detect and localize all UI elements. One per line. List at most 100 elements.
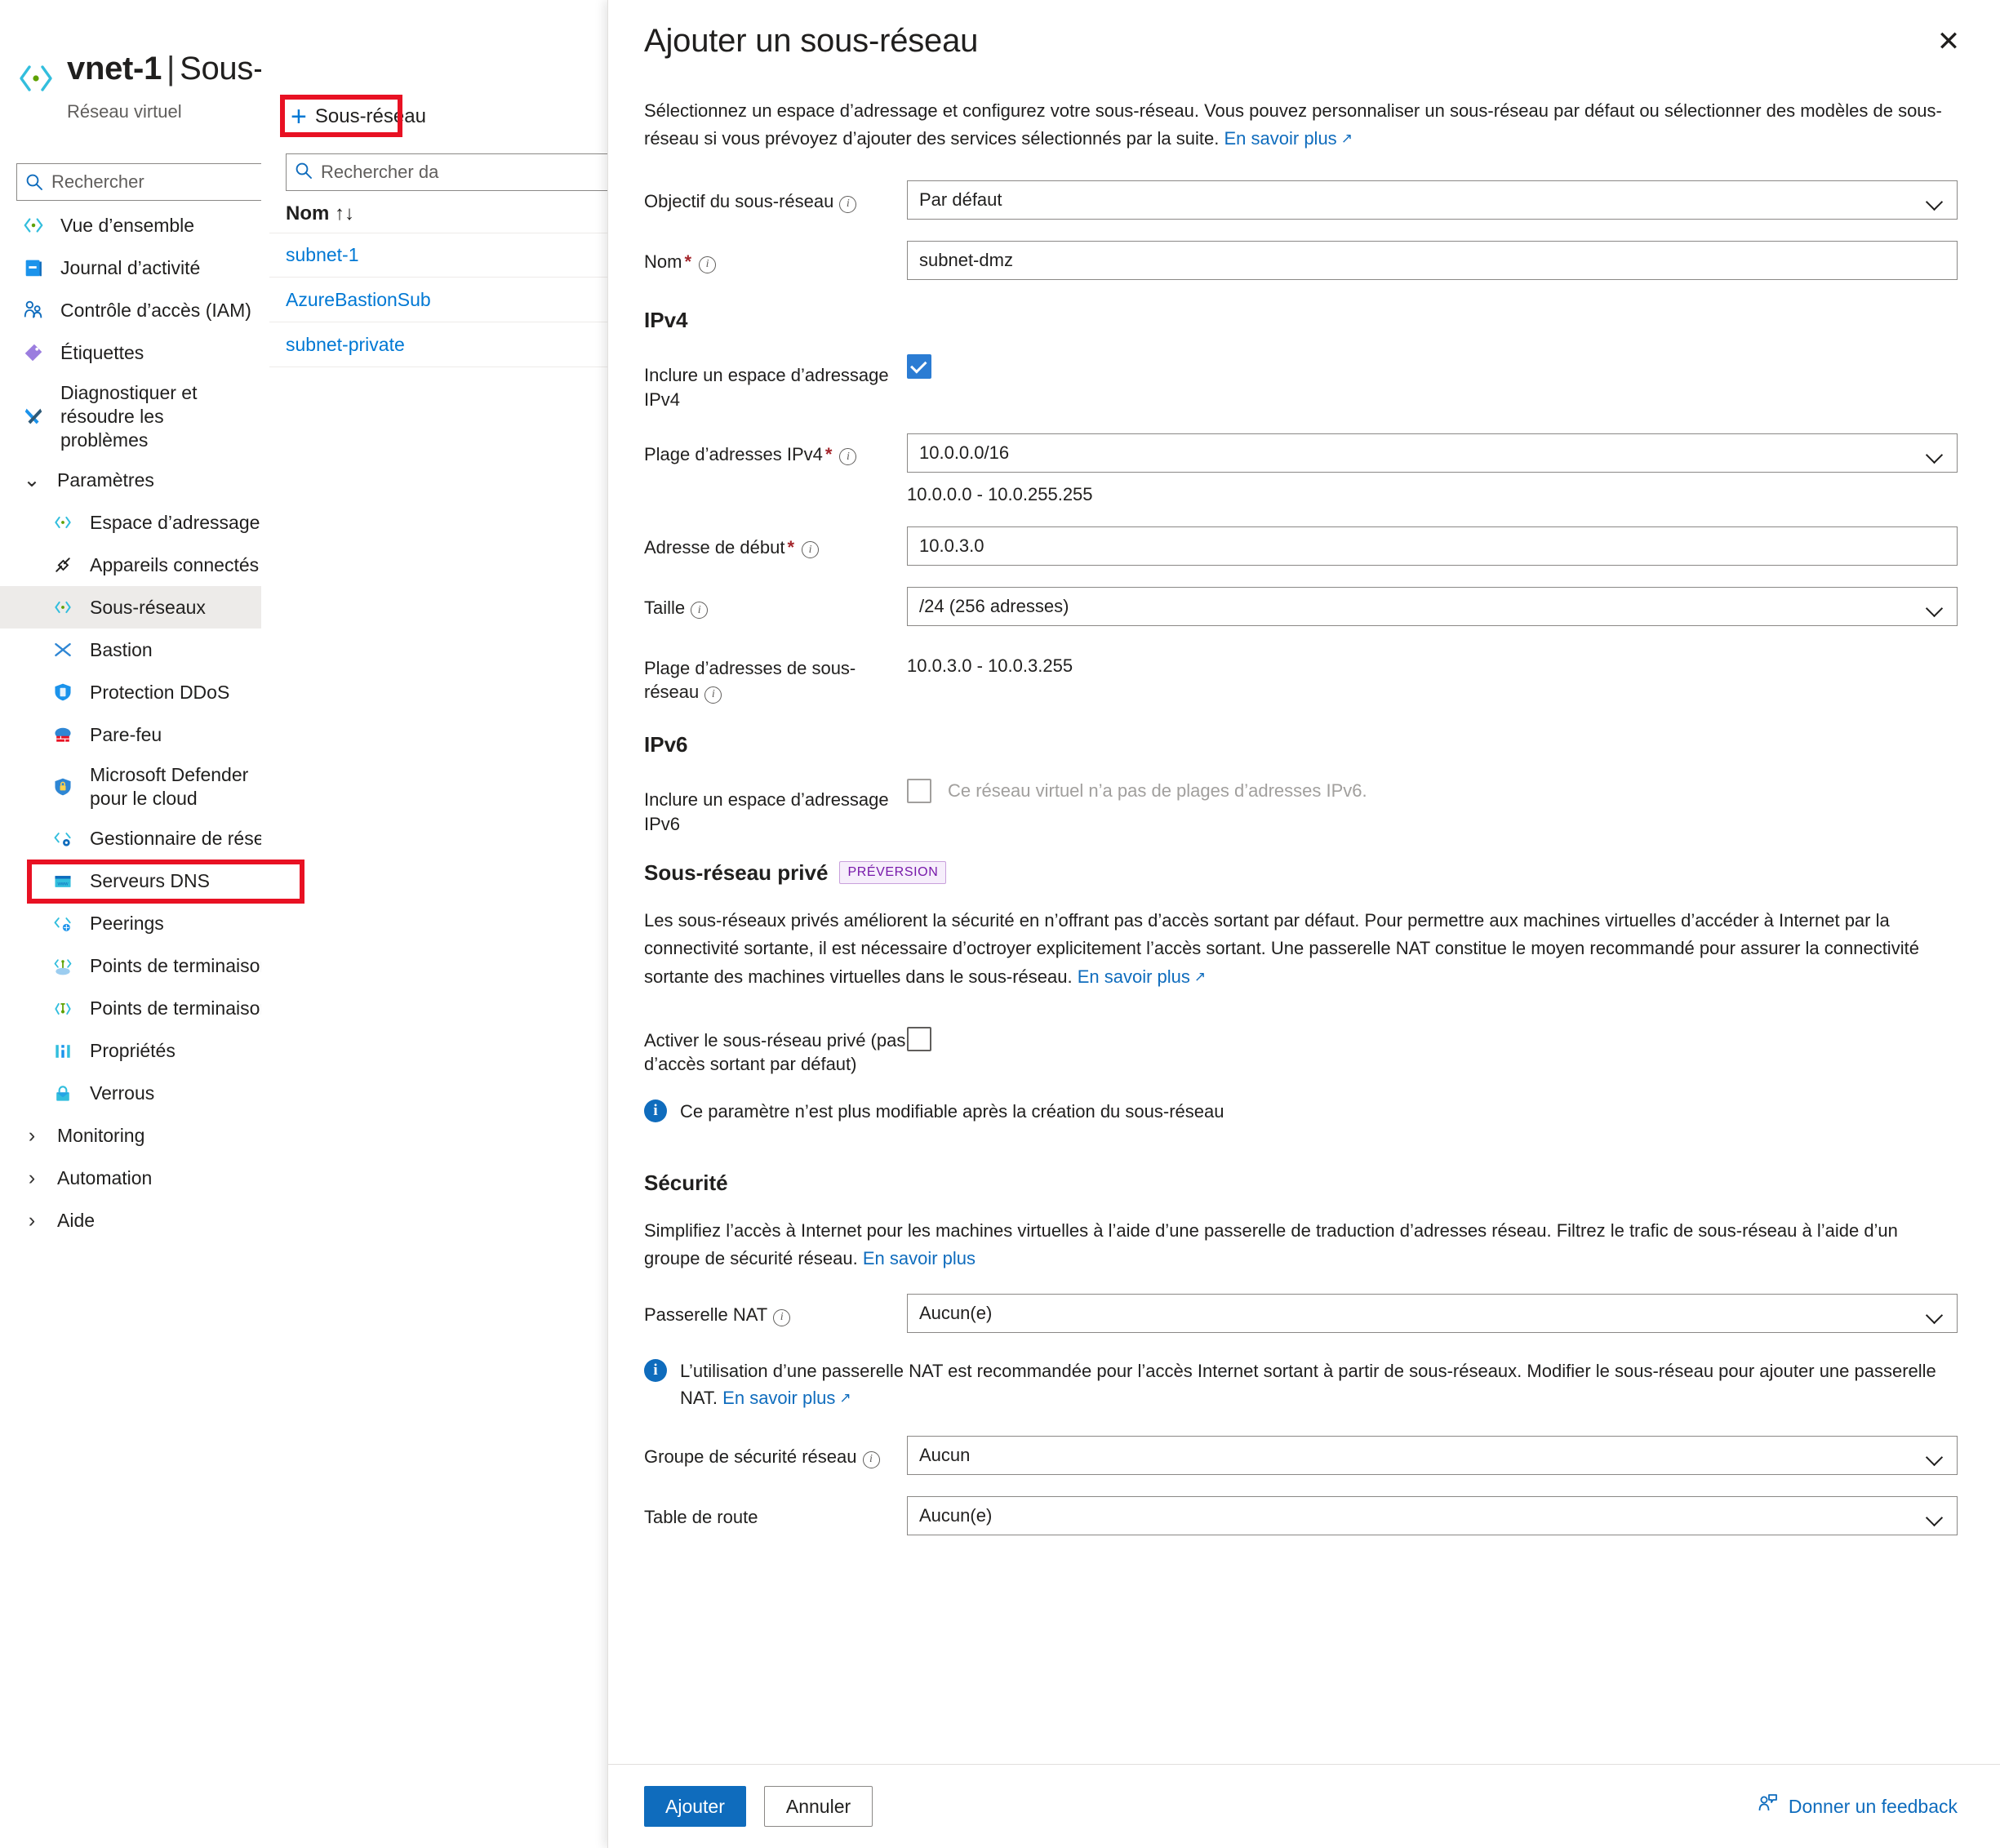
azure-portal-screen: vnet-1|Sous-réseaux☆··· Réseau virtuel R… [0,0,2000,1848]
info-icon[interactable]: i [773,1308,791,1326]
panel-form: Objectif du sous-réseau i Par défaut Nom *… [608,153,2000,1764]
info-icon[interactable]: i [691,602,709,620]
field-label: Adresse de début * i [644,526,907,560]
dns-servers-icon: www [51,869,75,894]
table-column-name[interactable]: Nom ↑↓ [286,202,354,225]
nav-search-placeholder: Rechercher [51,171,144,192]
sidebar-group-label: Paramètres [57,469,154,491]
subnet-link: AzureBastionSub [286,288,431,310]
chevron-right-icon: › [28,1124,36,1148]
start-address-input[interactable]: 10.0.3.0 [907,526,1958,566]
defender-icon [51,775,75,799]
info-icon[interactable]: i [802,541,820,559]
security-paragraph: Simplifiez l’accès à Internet pour les m… [644,1219,1898,1269]
field-ipv4-range: Plage d’adresses IPv4 * i 10.0.0.0/16 10.0… [644,433,1958,505]
info-icon[interactable]: i [704,686,722,704]
table-row[interactable]: subnet-private [269,322,612,367]
subnet-range-value: 10.0.3.0 - 10.0.3.255 [907,655,1073,676]
info-icon[interactable]: i [839,448,857,466]
sidebar-item-label: Peerings [90,913,164,935]
sidebar-item-label: Verrous [90,1082,155,1104]
add-subnet-panel: Ajouter un sous-réseau ✕ Sélectionnez un… [607,0,2000,1848]
bastion-icon [51,637,75,662]
field-label: Activer le sous-réseau privé (pas d’accè… [644,1029,906,1075]
chevron-right-icon: › [28,1209,36,1233]
info-icon[interactable]: i [699,255,717,273]
search-icon [25,173,43,191]
field-label: Objectif du sous-réseau i [644,180,907,214]
give-feedback-link[interactable]: Donner un feedback [1758,1793,1958,1819]
private-subnet-paragraph: Les sous-réseaux privés améliorent la sé… [644,910,1919,987]
field-route-table: Table de route Aucun(e) [644,1496,1958,1536]
firewall-icon [51,722,75,747]
sidebar-item-label: Propriétés [90,1040,176,1062]
field-nat-gateway: Passerelle NAT i Aucun(e) [644,1294,1958,1334]
sidebar-group-label: Aide [57,1210,96,1232]
learn-more-link[interactable]: En savoir plus ↗ [1078,966,1206,987]
field-label: Inclure un espace d’adressage IPv4 [644,365,889,410]
sidebar-item-label: Espace d’adressage [90,511,260,533]
include-ipv6-note: Ce réseau virtuel n’a pas de plages d’ad… [948,780,1367,801]
sidebar-item-label: Journal d’activité [60,256,201,278]
field-label: Inclure un espace d’adressage IPv6 [644,789,889,834]
ipv4-range-select[interactable]: 10.0.0.0/16 [907,433,1958,473]
subnet-link: subnet-1 [286,244,359,265]
status-badge: PRÉVERSION [839,861,947,885]
search-icon [295,162,313,184]
connected-devices-icon [51,553,75,577]
cancel-button[interactable]: Annuler [763,1786,873,1827]
include-ipv6-checkbox [907,778,931,803]
required-marker: * [684,251,692,273]
info-icon: i [644,1359,667,1383]
close-icon[interactable]: ✕ [1930,23,1967,60]
table-row[interactable]: AzureBastionSub [269,278,612,322]
field-subnet-purpose: Objectif du sous-réseau i Par défaut [644,180,1958,220]
ipv4-range-hint: 10.0.0.0 - 10.0.255.255 [907,483,1093,504]
info-icon[interactable]: i [839,195,857,213]
section-heading-security: Sécurité [644,1170,728,1195]
nsg-select[interactable]: Aucun [907,1436,1958,1476]
learn-more-link[interactable]: En savoir plus [863,1248,976,1268]
external-link-icon: ↗ [839,1390,851,1406]
section-heading-ipv4: IPv4 [644,308,688,333]
subnet-search-input[interactable]: Rechercher da [286,153,629,191]
field-include-ipv6: Inclure un espace d’adressage IPv6 Ce ré… [644,778,1958,836]
sidebar-group-label: Automation [57,1167,153,1189]
field-label: Taille i [644,587,907,620]
field-subnet-name: Nom * i subnet-dmz [644,241,1958,281]
troubleshoot-icon [21,404,46,429]
subnet-table: subnet-1 AzureBastionSub subnet-private [269,233,612,367]
subnet-purpose-select[interactable]: Par défaut [907,180,1958,220]
nav-search-input[interactable]: Rechercher [16,163,294,201]
svg-text:www: www [56,882,69,886]
learn-more-link[interactable]: En savoir plus ↗ [1224,128,1353,149]
sidebar-item-label: Sous-réseaux [90,596,206,618]
subnet-name-input[interactable]: subnet-dmz [907,241,1958,281]
peerings-icon [51,912,75,936]
sidebar-item-label: Serveurs DNS [90,870,210,892]
info-icon[interactable]: i [862,1450,880,1468]
table-row[interactable]: subnet-1 [269,233,612,278]
sidebar-item-label: Bastion [90,638,153,660]
resource-name: vnet-1 [67,51,162,87]
field-network-security-group: Groupe de sécurité réseau i Aucun [644,1436,1958,1476]
include-ipv4-checkbox[interactable] [907,354,931,380]
field-label: Table de route [644,1507,758,1528]
learn-more-link[interactable]: En savoir plus ↗ [722,1388,851,1408]
add-subnet-command[interactable]: + Sous-réseau [291,103,426,131]
field-label: Groupe de sécurité réseau i [644,1436,907,1469]
enable-private-subnet-checkbox[interactable] [907,1026,931,1051]
panel-title: Ajouter un sous-réseau [644,23,979,59]
route-table-select[interactable]: Aucun(e) [907,1496,1958,1536]
chevron-right-icon: › [28,1166,36,1190]
size-select[interactable]: /24 (256 adresses) [907,586,1958,626]
add-subnet-label: Sous-réseau [314,105,426,127]
external-link-icon: ↗ [1193,968,1207,984]
properties-icon [51,1039,75,1064]
sidebar-item-label: Pare-feu [90,723,162,745]
subnet-link: subnet-private [286,333,405,355]
add-button[interactable]: Ajouter [644,1786,746,1827]
panel-description: Sélectionnez un espace d’adressage et co… [608,60,2000,153]
panel-header: Ajouter un sous-réseau ✕ [608,0,2000,60]
nat-gateway-select[interactable]: Aucun(e) [907,1294,1958,1334]
